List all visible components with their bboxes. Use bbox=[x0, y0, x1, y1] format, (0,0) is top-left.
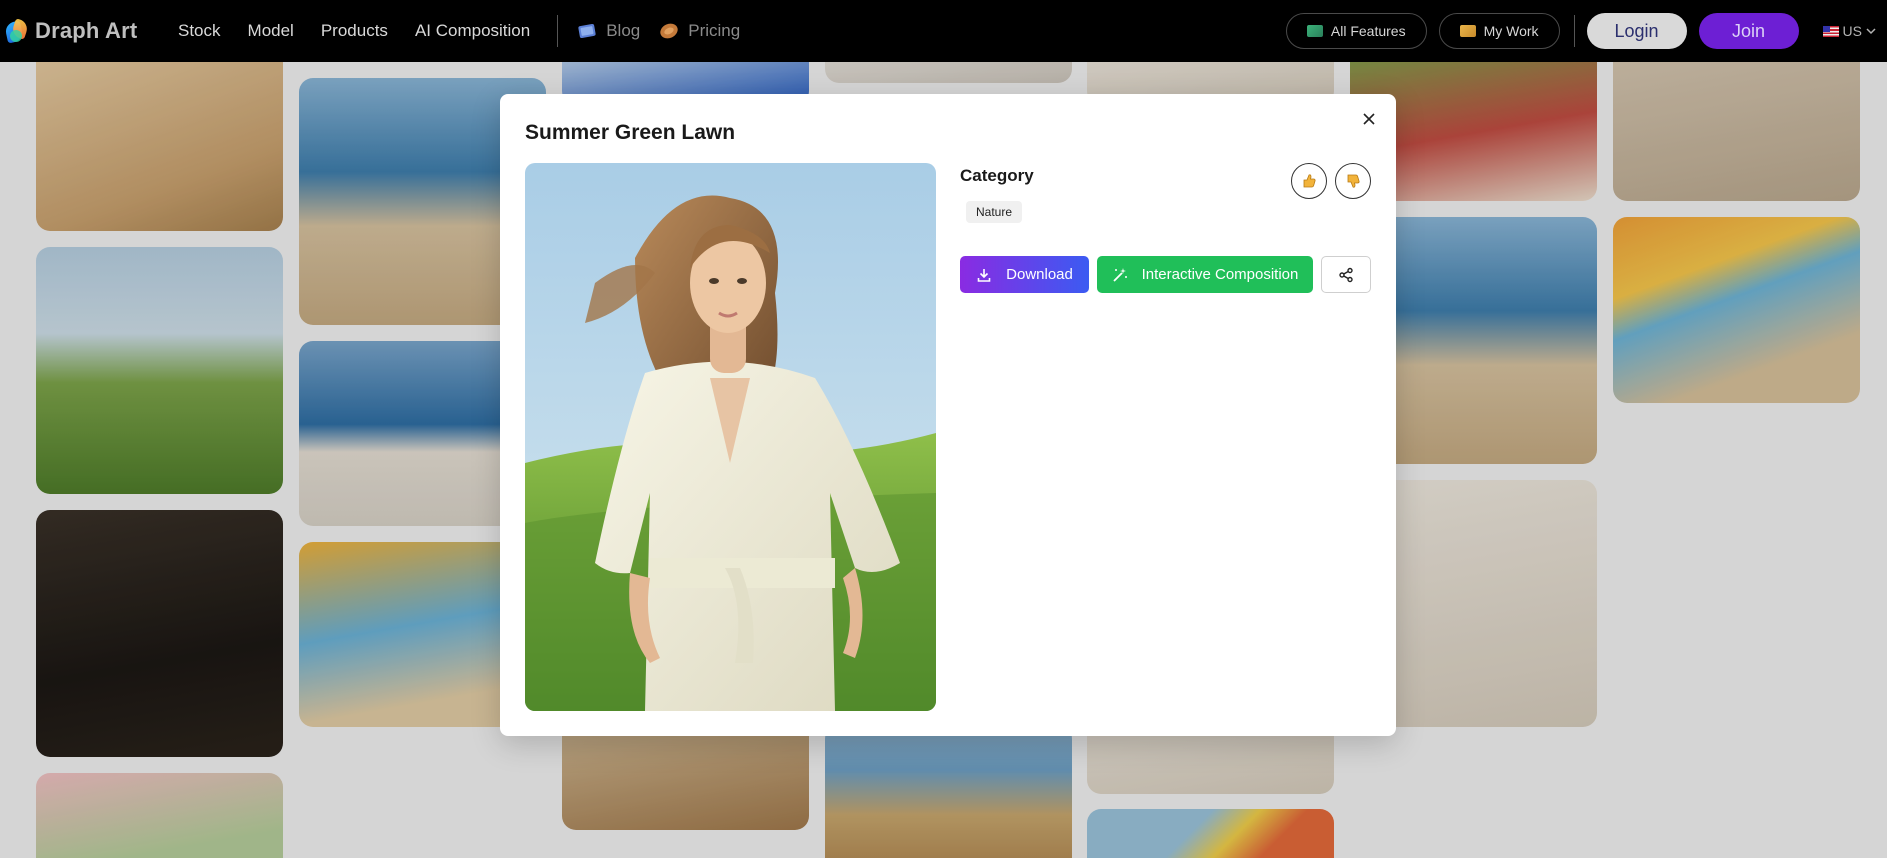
features-icon bbox=[1306, 25, 1323, 37]
chevron-down-icon bbox=[1866, 28, 1876, 35]
primary-nav: Stock Model Products AI Composition Blog… bbox=[178, 15, 758, 47]
preview-illustration bbox=[525, 163, 936, 711]
category-tag[interactable]: Nature bbox=[966, 201, 1023, 223]
all-features-button[interactable]: All Features bbox=[1285, 13, 1427, 49]
nav-link-blog-label: Blog bbox=[606, 21, 641, 40]
nav-link-products[interactable]: Products bbox=[321, 21, 388, 41]
my-work-button[interactable]: My Work bbox=[1438, 13, 1560, 49]
close-button[interactable] bbox=[1358, 108, 1380, 130]
brand-name: Draph Art bbox=[35, 18, 138, 43]
pricing-icon bbox=[660, 23, 678, 39]
us-flag-icon bbox=[1822, 25, 1839, 37]
nav-link-blog[interactable]: Blog bbox=[576, 21, 640, 41]
interactive-composition-label: Interactive Composition bbox=[1141, 266, 1299, 283]
download-label: Download bbox=[1006, 266, 1073, 283]
category-heading: Category bbox=[960, 166, 1034, 185]
share-icon bbox=[1339, 267, 1353, 282]
close-icon bbox=[1363, 113, 1375, 125]
download-button[interactable]: Download bbox=[960, 256, 1089, 293]
logo-icon bbox=[4, 18, 30, 44]
thumbs-down-icon bbox=[1347, 174, 1360, 188]
nav-link-pricing-label: Pricing bbox=[688, 21, 741, 40]
interactive-composition-button[interactable]: Interactive Composition bbox=[1097, 256, 1313, 293]
folder-icon bbox=[1459, 25, 1476, 37]
nav-divider bbox=[557, 15, 559, 47]
download-icon bbox=[977, 268, 991, 282]
my-work-label: My Work bbox=[1483, 23, 1539, 39]
brand-logo[interactable]: Draph Art bbox=[4, 18, 172, 44]
top-navigation: Draph Art Stock Model Products AI Compos… bbox=[0, 0, 1887, 62]
blog-icon bbox=[578, 24, 596, 38]
all-features-label: All Features bbox=[1330, 23, 1406, 39]
login-button[interactable]: Login bbox=[1586, 13, 1687, 49]
like-button[interactable] bbox=[1291, 163, 1327, 199]
language-label: US bbox=[1842, 23, 1862, 39]
nav-link-pricing[interactable]: Pricing bbox=[658, 21, 740, 41]
join-button[interactable]: Join bbox=[1698, 13, 1799, 49]
image-detail-modal: Summer Green Lawn Category Nature Downlo… bbox=[500, 94, 1396, 736]
language-selector[interactable]: US bbox=[1822, 23, 1877, 39]
modal-title: Summer Green Lawn bbox=[525, 121, 736, 144]
nav-actions: All Features My Work Login Join US bbox=[1285, 0, 1877, 62]
thumbs-up-icon bbox=[1303, 174, 1316, 188]
preview-image bbox=[525, 163, 936, 711]
nav-link-ai-composition[interactable]: AI Composition bbox=[415, 21, 530, 41]
nav-link-model[interactable]: Model bbox=[248, 21, 294, 41]
nav-divider bbox=[1573, 15, 1575, 47]
share-button[interactable] bbox=[1321, 256, 1371, 293]
nav-link-stock[interactable]: Stock bbox=[178, 21, 221, 41]
dislike-button[interactable] bbox=[1335, 163, 1371, 199]
magic-wand-icon bbox=[1112, 267, 1127, 282]
